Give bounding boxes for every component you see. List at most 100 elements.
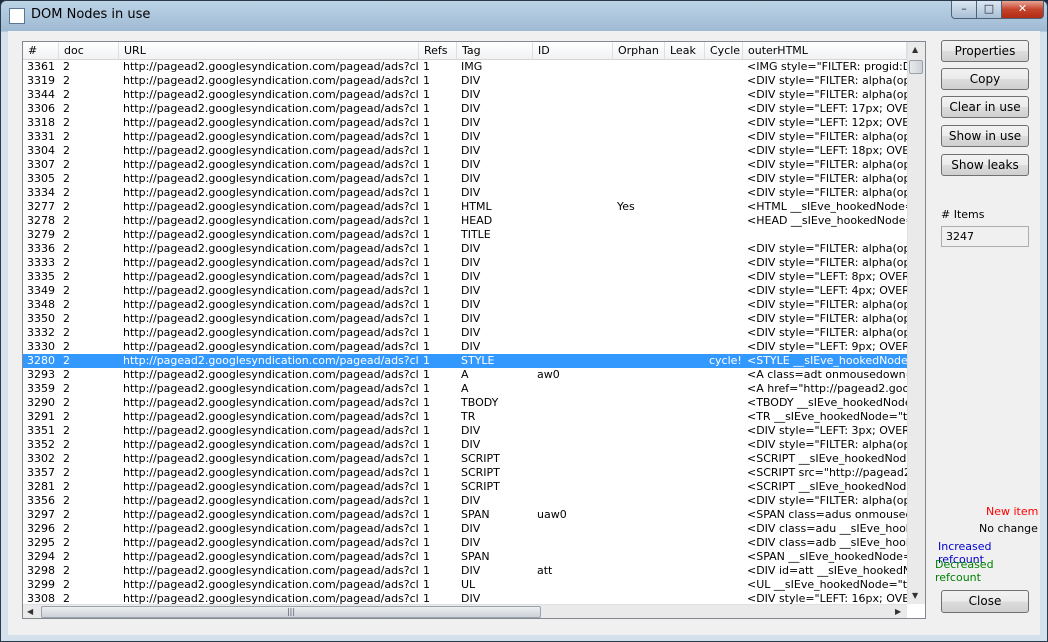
cell-tag: SCRIPT [461, 480, 500, 493]
table-row[interactable]: 3281 2 http://pagead2.googlesyndication.co… [23, 480, 907, 494]
cell-outerhtml: <DIV style="LEFT: 9px; OVERFLO [747, 340, 907, 353]
cell-leak [665, 326, 705, 340]
table-row[interactable]: 3296 2 http://pagead2.googlesyndication.co… [23, 522, 907, 536]
cell-refs: 1 [423, 172, 430, 185]
cell-outerhtml: <UL __sIEve_hookedNode="true [747, 578, 907, 591]
cell-refs: 1 [423, 270, 430, 283]
column-header-refs[interactable]: Refs [419, 42, 457, 59]
table-row[interactable]: 3304 2 http://pagead2.googlesyndication.co… [23, 144, 907, 158]
cell-doc: 2 [63, 578, 70, 591]
cell-outerhtml: <DIV style="FILTER: alpha(opaci [747, 158, 907, 171]
table-row[interactable]: 3302 2 http://pagead2.googlesyndication.co… [23, 452, 907, 466]
table-row[interactable]: 3279 2 http://pagead2.googlesyndication.co… [23, 228, 907, 242]
table-row[interactable]: 3306 2 http://pagead2.googlesyndication.co… [23, 102, 907, 116]
table-row[interactable]: 3333 2 http://pagead2.googlesyndication.co… [23, 256, 907, 270]
scroll-up-icon[interactable]: ▲ [912, 45, 918, 54]
table-row[interactable]: 3297 2 http://pagead2.googlesyndication.co… [23, 508, 907, 522]
table-row[interactable]: 3332 2 http://pagead2.googlesyndication.co… [23, 326, 907, 340]
table-row[interactable]: 3352 2 http://pagead2.googlesyndication.co… [23, 438, 907, 452]
title-bar[interactable]: DOM Nodes in use – □ ✕ [1, 1, 1047, 31]
table-row[interactable]: 3344 2 http://pagead2.googlesyndication.co… [23, 88, 907, 102]
horizontal-scrollbar[interactable]: ◀ ||| ▶ [23, 604, 907, 618]
cell-node-id [533, 242, 613, 256]
cell-outerhtml: <DIV style="FILTER: alpha(opaci [747, 74, 907, 87]
cell-refs: 1 [423, 158, 430, 171]
maximize-button[interactable]: □ [976, 1, 1002, 19]
cell-leak [665, 382, 705, 396]
column-header-tag[interactable]: Tag [457, 42, 533, 59]
table-row[interactable]: 3307 2 http://pagead2.googlesyndication.co… [23, 158, 907, 172]
table-row[interactable]: 3294 2 http://pagead2.googlesyndication.co… [23, 550, 907, 564]
minimize-button[interactable]: – [951, 1, 977, 19]
cell-outerhtml: <DIV style="FILTER: alpha(opaci [747, 130, 907, 143]
close-button[interactable]: Close [941, 590, 1029, 613]
column-header-orphan[interactable]: Orphan [613, 42, 665, 59]
table-row[interactable]: 3305 2 http://pagead2.googlesyndication.co… [23, 172, 907, 186]
cell-cycle [705, 60, 743, 74]
cell-url: http://pagead2.googlesyndication.com/pag… [123, 424, 419, 437]
table-row[interactable]: 3349 2 http://pagead2.googlesyndication.co… [23, 284, 907, 298]
table-row[interactable]: 3331 2 http://pagead2.googlesyndication.co… [23, 130, 907, 144]
table-row[interactable]: 3290 2 http://pagead2.googlesyndication.co… [23, 396, 907, 410]
cell-orphan [613, 284, 665, 298]
vertical-scrollbar[interactable]: ▲ ▼ [907, 42, 925, 604]
table-row[interactable]: 3319 2 http://pagead2.googlesyndication.co… [23, 74, 907, 88]
table-row[interactable]: 3361 2 http://pagead2.googlesyndication.co… [23, 60, 907, 74]
vertical-scroll-thumb[interactable] [909, 60, 923, 74]
column-header-leak[interactable]: Leak [665, 42, 705, 59]
cell-refs: 1 [423, 550, 430, 563]
close-window-button[interactable]: ✕ [1001, 1, 1044, 19]
table-row[interactable]: 3280 2 http://pagead2.googlesyndication.co… [23, 354, 907, 368]
table-row[interactable]: 3335 2 http://pagead2.googlesyndication.co… [23, 270, 907, 284]
cell-cycle [705, 536, 743, 550]
column-header-url[interactable]: URL [119, 42, 419, 59]
table-row[interactable]: 3359 2 http://pagead2.googlesyndication.co… [23, 382, 907, 396]
cell-tag: DIV [461, 172, 481, 185]
table-row[interactable]: 3293 2 http://pagead2.googlesyndication.co… [23, 368, 907, 382]
table-row[interactable]: 3330 2 http://pagead2.googlesyndication.co… [23, 340, 907, 354]
cell-url: http://pagead2.googlesyndication.com/pag… [123, 480, 419, 493]
cell-orphan: Yes [617, 200, 635, 213]
cell-leak [665, 522, 705, 536]
table-row[interactable]: 3357 2 http://pagead2.googlesyndication.co… [23, 466, 907, 480]
table-row[interactable]: 3298 2 http://pagead2.googlesyndication.co… [23, 564, 907, 578]
column-header-outerhtml[interactable]: outerHTML [743, 42, 907, 59]
scroll-down-icon[interactable]: ▼ [912, 591, 918, 600]
show-leaks-button[interactable]: Show leaks [941, 154, 1029, 176]
scroll-right-icon[interactable]: ▶ [895, 607, 901, 616]
table-row[interactable]: 3295 2 http://pagead2.googlesyndication.co… [23, 536, 907, 550]
column-header-doc[interactable]: doc [59, 42, 119, 59]
horizontal-scroll-thumb[interactable]: ||| [41, 606, 541, 618]
cell-refs: 1 [423, 564, 430, 577]
cell-node-id [533, 396, 613, 410]
column-header-cycle[interactable]: Cycle [705, 42, 743, 59]
clear-in-use-button[interactable]: Clear in use [941, 96, 1029, 118]
scroll-left-icon[interactable]: ◀ [27, 607, 33, 616]
table-row[interactable]: 3348 2 http://pagead2.googlesyndication.co… [23, 298, 907, 312]
cell-outerhtml: <DIV style="LEFT: 8px; OVERFLO [747, 270, 907, 283]
table-row[interactable]: 3351 2 http://pagead2.googlesyndication.co… [23, 424, 907, 438]
table-row[interactable]: 3291 2 http://pagead2.googlesyndication.co… [23, 410, 907, 424]
cell-tag: A [461, 382, 469, 395]
cell-leak [665, 200, 705, 214]
table-row[interactable]: 3277 2 http://pagead2.googlesyndication.co… [23, 200, 907, 214]
table-row[interactable]: 3334 2 http://pagead2.googlesyndication.co… [23, 186, 907, 200]
table-row[interactable]: 3350 2 http://pagead2.googlesyndication.co… [23, 312, 907, 326]
cell-url: http://pagead2.googlesyndication.com/pag… [123, 74, 419, 87]
cell-orphan [613, 242, 665, 256]
cell-tag: A [461, 368, 469, 381]
properties-button[interactable]: Properties [941, 40, 1029, 62]
dom-nodes-list[interactable]: # doc URL Refs Tag ID Orphan Leak Cycle outerHTML… [22, 41, 926, 619]
table-row[interactable]: 3278 2 http://pagead2.googlesyndication.co… [23, 214, 907, 228]
cell-outerhtml: <DIV style="LEFT: 3px; OVERFLO [747, 424, 907, 437]
table-row[interactable]: 3336 2 http://pagead2.googlesyndication.co… [23, 242, 907, 256]
cell-id: 3279 [27, 228, 55, 241]
table-row[interactable]: 3318 2 http://pagead2.googlesyndication.co… [23, 116, 907, 130]
column-header-node-id[interactable]: ID [533, 42, 613, 59]
copy-button[interactable]: Copy [941, 68, 1029, 90]
show-in-use-button[interactable]: Show in use [941, 125, 1029, 147]
cell-doc: 2 [63, 466, 70, 479]
table-row[interactable]: 3356 2 http://pagead2.googlesyndication.co… [23, 494, 907, 508]
table-row[interactable]: 3299 2 http://pagead2.googlesyndication.co… [23, 578, 907, 592]
column-header-id[interactable]: # [23, 42, 59, 59]
